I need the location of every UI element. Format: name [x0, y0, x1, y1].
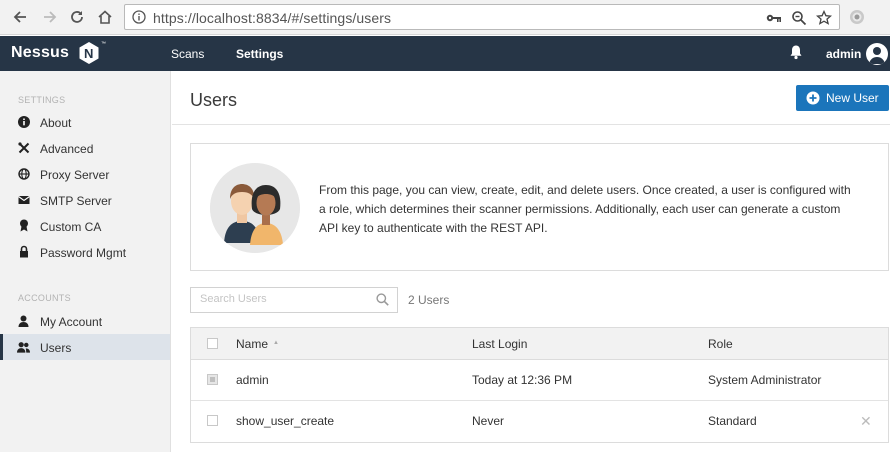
search-input[interactable]	[200, 293, 370, 305]
plus-circle-icon	[806, 91, 820, 108]
sidebar-item-label: About	[40, 116, 72, 130]
back-button[interactable]	[9, 6, 31, 28]
settings-heading: SETTINGS	[18, 95, 66, 105]
sidebar-item-label: Users	[40, 341, 72, 355]
nav-settings[interactable]: Settings	[236, 47, 283, 61]
forward-button[interactable]	[39, 6, 61, 28]
sidebar-item-users[interactable]: Users	[0, 334, 170, 360]
extension-icon[interactable]	[848, 8, 866, 26]
sidebar-item-advanced[interactable]: Advanced	[0, 135, 170, 161]
delete-user-icon[interactable]: ✕	[860, 413, 872, 430]
sidebar-item-proxy-server[interactable]: Proxy Server	[0, 161, 170, 187]
row-checkbox[interactable]	[207, 415, 218, 426]
sidebar-item-custom-ca[interactable]: Custom CA	[0, 213, 170, 239]
sidebar-item-label: My Account	[40, 315, 103, 329]
page-title: Users	[190, 90, 238, 110]
arrow-left-icon	[13, 11, 26, 23]
sidebar-item-smtp-server[interactable]: SMTP Server	[0, 187, 170, 213]
cell-name: admin	[236, 373, 269, 387]
badge-letter: N	[84, 46, 94, 61]
reload-icon	[71, 11, 83, 23]
column-header-role[interactable]: Role	[708, 337, 733, 351]
row-checkbox	[207, 374, 218, 385]
browser-toolbar: https://localhost:8834/#/settings/users	[0, 0, 890, 35]
nessus-badge-icon: N	[78, 41, 100, 65]
home-button[interactable]	[94, 6, 116, 28]
sort-ascending-icon[interactable]: ▲	[273, 340, 279, 346]
lock-icon	[17, 245, 30, 258]
sidebar-item-label: Proxy Server	[40, 168, 110, 182]
key-icon[interactable]	[765, 9, 783, 27]
user-menu[interactable]: admin	[826, 47, 861, 61]
select-all-checkbox[interactable]	[207, 338, 218, 349]
user-avatar-icon[interactable]	[866, 43, 888, 65]
arrow-right-icon	[44, 11, 57, 23]
cell-role: System Administrator	[708, 373, 822, 387]
table-row[interactable]: show_user_create Never Standard ✕	[191, 401, 888, 442]
home-icon	[98, 10, 112, 24]
users-icon	[17, 340, 30, 353]
new-user-button[interactable]: New User	[796, 85, 889, 111]
search-icon[interactable]	[376, 293, 389, 309]
user-icon	[17, 314, 30, 327]
cell-name: show_user_create	[236, 414, 335, 428]
info-description: From this page, you can view, create, ed…	[319, 183, 851, 235]
header-divider	[172, 124, 890, 125]
notifications-bell-icon[interactable]	[789, 44, 803, 63]
nessus-logo[interactable]: Nessus	[11, 44, 69, 62]
sidebar-item-about[interactable]: About	[0, 109, 170, 135]
sidebar-item-label: Advanced	[40, 142, 94, 156]
info-panel: From this page, you can view, create, ed…	[190, 143, 889, 271]
accounts-heading: ACCOUNTS	[18, 293, 71, 303]
trademark-mark: ™	[101, 41, 106, 47]
nav-scans[interactable]: Scans	[171, 47, 204, 61]
new-user-label: New User	[826, 91, 879, 105]
zoom-icon[interactable]	[790, 9, 808, 27]
info-icon	[17, 115, 30, 128]
mail-icon	[17, 193, 30, 206]
cell-last-login: Never	[472, 414, 505, 428]
info-icon[interactable]	[132, 10, 146, 27]
table-row[interactable]: admin Today at 12:36 PM System Administr…	[191, 360, 888, 401]
tools-icon	[17, 141, 30, 154]
address-bar[interactable]: https://localhost:8834/#/settings/users	[124, 4, 840, 30]
certificate-icon	[17, 219, 30, 232]
sidebar-item-password-mgmt[interactable]: Password Mgmt	[0, 239, 170, 265]
user-count: 2 Users	[408, 293, 450, 307]
bookmark-star-icon[interactable]	[815, 9, 833, 27]
users-table: Name ▲ Last Login Role admin Today at 12…	[190, 327, 889, 443]
sidebar-item-label: Custom CA	[40, 220, 102, 234]
url-text[interactable]: https://localhost:8834/#/settings/users	[153, 10, 391, 26]
sidebar-item-label: Password Mgmt	[40, 246, 127, 260]
globe-icon	[17, 167, 30, 180]
table-header: Name ▲ Last Login Role	[191, 328, 888, 360]
sidebar: SETTINGS About Advanced Proxy Server SMT…	[0, 71, 171, 452]
column-header-last-login[interactable]: Last Login	[472, 337, 527, 351]
sidebar-item-label: SMTP Server	[40, 194, 112, 208]
cell-role: Standard	[708, 414, 757, 428]
search-box[interactable]	[190, 287, 398, 313]
app-header: Nessus N ™ Scans Settings admin	[0, 36, 890, 71]
cell-last-login: Today at 12:36 PM	[472, 373, 573, 387]
users-illustration-icon	[210, 163, 300, 253]
column-header-name[interactable]: Name	[236, 337, 268, 351]
sidebar-item-my-account[interactable]: My Account	[0, 308, 170, 334]
reload-button[interactable]	[66, 6, 88, 28]
